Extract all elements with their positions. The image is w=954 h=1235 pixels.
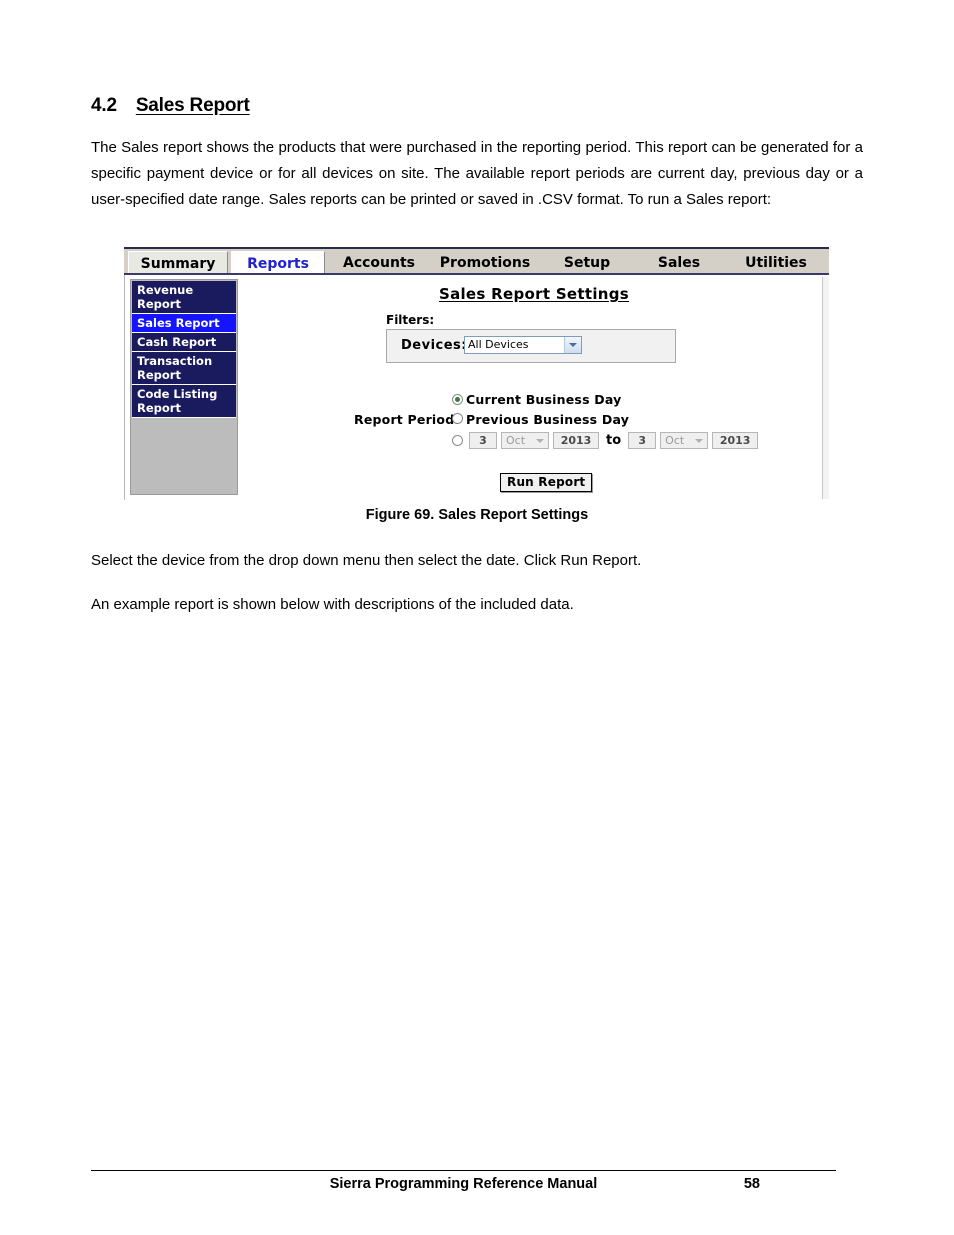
devices-select[interactable]: All Devices: [464, 336, 582, 354]
to-month-select[interactable]: Oct: [660, 432, 709, 449]
radio-date-range[interactable]: [452, 435, 463, 446]
radio-previous-business-day[interactable]: [452, 413, 463, 424]
chevron-down-icon[interactable]: [564, 337, 581, 353]
vertical-scrollbar[interactable]: [822, 277, 829, 499]
sidebar-item-transaction-report[interactable]: Transaction Report: [132, 352, 236, 385]
tab-accounts[interactable]: Accounts: [330, 251, 428, 275]
tab-promotions[interactable]: Promotions: [430, 251, 540, 275]
post-figure-text: Select the device from the drop down men…: [91, 548, 863, 636]
intro-paragraph: The Sales report shows the products that…: [91, 139, 863, 208]
figure-caption: Figure 69. Sales Report Settings: [365, 507, 589, 523]
section-title: Sales Report: [135, 95, 250, 116]
devices-select-value: All Devices: [468, 338, 529, 351]
filters-label: Filters:: [386, 313, 435, 327]
page-title: 4.2 Sales Report: [91, 95, 863, 117]
tab-sales[interactable]: Sales: [636, 251, 722, 275]
panel-title: Sales Report Settings: [438, 285, 630, 303]
radio-current-business-day[interactable]: [452, 394, 463, 405]
devices-label: Devices:: [401, 338, 467, 353]
report-sidebar: Revenue Report Sales Report Cash Report …: [130, 279, 238, 495]
sierra-app-window: Summary Reports Accounts Promotions Setu…: [124, 247, 829, 500]
date-range-to-label: to: [606, 433, 622, 448]
to-year-field[interactable]: 2013: [712, 432, 759, 449]
post-figure-paragraph-2: An example report is shown below with de…: [91, 596, 574, 613]
page-footer: Sierra Programming Reference Manual 58: [91, 1176, 836, 1200]
label-current-business-day: Current Business Day: [466, 392, 622, 407]
from-day-field[interactable]: 3: [469, 432, 497, 449]
to-month-value: Oct: [665, 434, 685, 447]
page-content: 4.2 Sales Report The Sales report shows …: [91, 95, 863, 226]
post-figure-paragraph-1: Select the device from the drop down men…: [91, 552, 642, 569]
chevron-down-icon[interactable]: [695, 439, 704, 443]
tab-reports[interactable]: Reports: [231, 251, 325, 275]
chevron-down-icon[interactable]: [536, 439, 544, 443]
tab-summary[interactable]: Summary: [128, 251, 228, 275]
main-tab-bar: Summary Reports Accounts Promotions Setu…: [124, 247, 829, 275]
tab-setup[interactable]: Setup: [544, 251, 630, 275]
document-page: 4.2 Sales Report The Sales report shows …: [0, 0, 954, 1235]
report-sidebar-list: Revenue Report Sales Report Cash Report …: [132, 281, 236, 418]
tab-utilities[interactable]: Utilities: [730, 251, 822, 275]
sidebar-item-cash-report[interactable]: Cash Report: [132, 333, 236, 352]
date-range-row: 3 Oct 2013 to 3 Oct 2013: [469, 432, 759, 449]
figure-screenshot: Summary Reports Accounts Promotions Setu…: [124, 247, 829, 500]
sidebar-item-code-listing-report[interactable]: Code Listing Report: [132, 385, 236, 418]
label-previous-business-day: Previous Business Day: [466, 412, 630, 427]
from-year-field[interactable]: 2013: [553, 432, 599, 449]
report-period-label: Report Period:: [354, 412, 460, 427]
sidebar-item-revenue-report[interactable]: Revenue Report: [132, 281, 236, 314]
from-month-select[interactable]: Oct: [501, 432, 549, 449]
to-day-field[interactable]: 3: [628, 432, 657, 449]
sidebar-item-sales-report[interactable]: Sales Report: [132, 314, 236, 333]
footer-divider: [91, 1170, 836, 1171]
pane-left-border: [124, 275, 125, 500]
footer-title: Sierra Programming Reference Manual: [329, 1176, 598, 1192]
section-number: 4.2: [91, 95, 117, 116]
footer-page-number: 58: [743, 1176, 760, 1192]
from-month-value: Oct: [506, 434, 526, 447]
run-report-button[interactable]: Run Report: [500, 473, 593, 492]
